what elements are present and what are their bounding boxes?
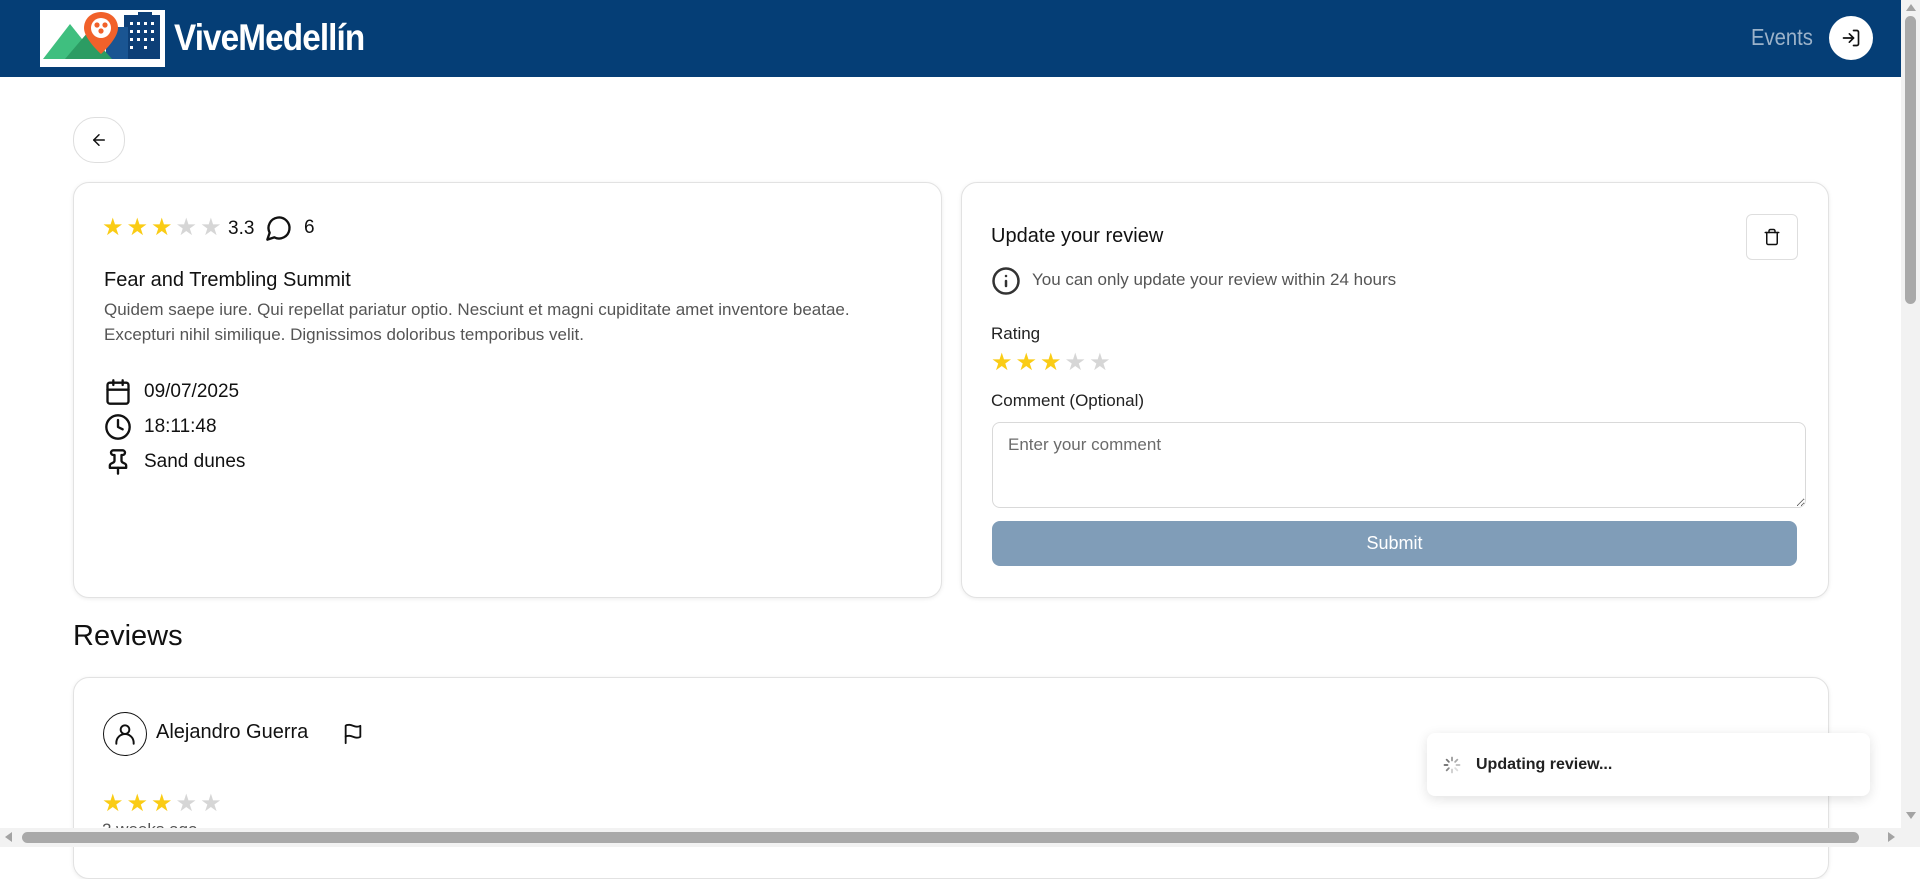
scroll-right-arrow-icon[interactable] [1888,832,1895,842]
star-icon[interactable]: ★ [1040,351,1062,375]
top-navbar: ViveMedellín Events [0,0,1901,77]
horizontal-scrollbar[interactable] [0,828,1901,847]
star-icon: ★ [126,790,149,817]
scroll-up-arrow-icon[interactable] [1906,4,1916,11]
submit-button[interactable]: Submit [992,521,1797,566]
star-icon[interactable]: ★ [991,351,1013,375]
star-icon[interactable]: ★ [1065,351,1087,375]
rating-label: Rating [991,324,1041,343]
star-icon: ★ [175,214,198,241]
login-button[interactable] [1829,16,1873,60]
back-button[interactable] [73,117,125,163]
scrollbar-corner [1901,828,1920,847]
scroll-left-arrow-icon[interactable] [5,832,12,842]
login-icon [1842,29,1860,47]
event-location-row: Sand dunes [104,448,245,476]
review-form-title: Update your review [991,225,1164,247]
nav-link-events[interactable]: Events [1751,24,1813,51]
delete-review-button[interactable] [1746,214,1798,260]
star-icon[interactable]: ★ [1089,351,1111,375]
review-stars: ★ ★ ★ ★ ★ [102,792,222,816]
calendar-icon [106,379,130,405]
arrow-left-icon [93,134,105,146]
spinner-icon [1443,756,1461,774]
star-icon: ★ [200,790,222,817]
flag-icon[interactable] [342,723,364,745]
review-time-ago: 2 weeks ago [102,820,197,828]
star-icon: ★ [102,214,124,241]
star-icon: ★ [151,214,173,241]
comment-label: Comment (Optional) [991,391,1145,410]
star-icon: ★ [102,790,124,817]
update-window-notice: You can only update your review within 2… [1032,270,1397,289]
star-icon[interactable]: ★ [1016,351,1038,375]
event-description: Quidem saepe iure. Qui repellat pariatur… [104,300,850,344]
user-icon [115,724,135,745]
event-location: Sand dunes [144,451,246,472]
event-rating-value: 3.3 [228,218,255,239]
trash-icon [1764,228,1780,246]
vertical-scrollbar[interactable] [1901,0,1920,847]
event-date: 09/07/2025 [144,381,240,402]
star-icon: ★ [151,790,173,817]
review-time-clip: 2 weeks ago [102,818,302,828]
scroll-down-arrow-icon[interactable] [1906,812,1916,819]
event-title: Fear and Trembling Summit [104,269,351,291]
brand-name[interactable]: ViveMedellín [174,17,365,59]
star-icon: ★ [200,214,222,241]
comment-textarea[interactable] [992,422,1806,508]
reviews-heading: Reviews [73,620,183,652]
clock-icon [105,414,131,440]
comment-icon [266,216,291,241]
pin-icon [108,449,128,475]
event-rating-stars: ★ ★ ★ ★ ★ [102,216,222,240]
star-icon: ★ [175,790,198,817]
horizontal-scroll-thumb[interactable] [22,832,1859,843]
vertical-scroll-thumb[interactable] [1905,16,1916,304]
vivemedellin-logo[interactable] [40,10,165,67]
event-date-row: 09/07/2025 [104,378,239,406]
rating-input-stars[interactable]: ★ ★ ★ ★ ★ [991,351,1111,375]
event-time: 18:11:48 [144,416,217,437]
info-icon [992,267,1020,295]
review-author: Alejandro Guerra [156,721,309,743]
event-comment-count: 6 [304,217,315,238]
star-icon: ★ [126,214,149,241]
event-time-row: 18:11:48 [104,413,217,441]
avatar [103,712,147,756]
toast-notification: Updating review... [1427,733,1870,796]
toast-message: Updating review... [1476,756,1613,773]
